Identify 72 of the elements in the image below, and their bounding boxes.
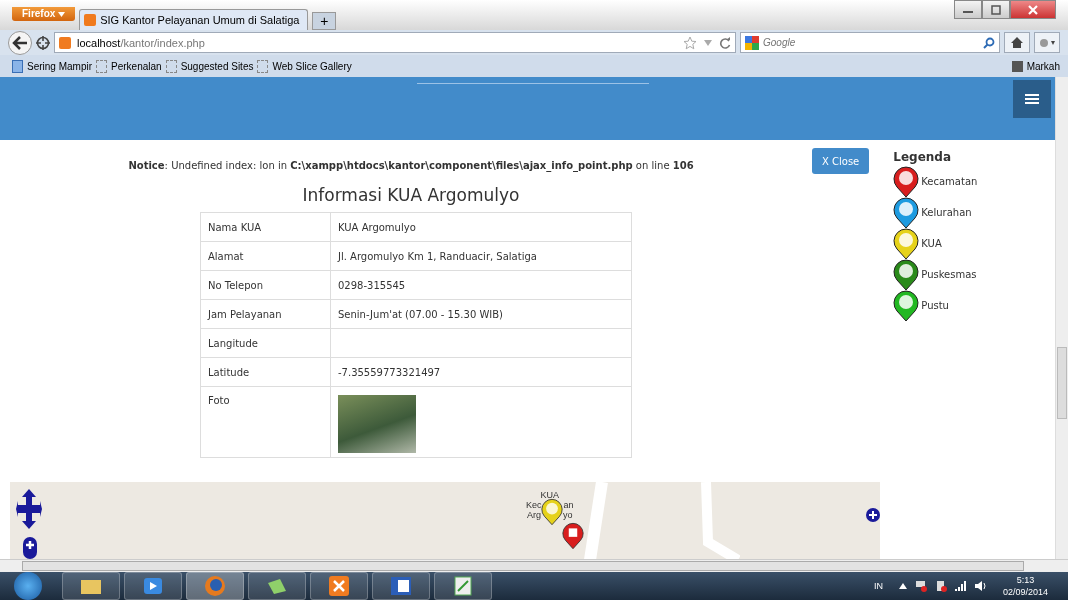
folder-icon[interactable]	[62, 572, 120, 600]
browser-tab[interactable]: SIG Kantor Pelayanan Umum di Salatiga	[79, 9, 309, 30]
back-icon[interactable]	[8, 30, 32, 55]
map-label-text: Kec	[526, 500, 542, 510]
home-button[interactable]	[1004, 32, 1030, 53]
field-value: 0298-315545	[330, 270, 632, 300]
reload-icon[interactable]	[719, 36, 731, 49]
map-pin-icon[interactable]	[541, 498, 563, 526]
field-label: Nama KUA	[200, 212, 331, 242]
google-logo-icon	[745, 35, 759, 50]
bookmark-page-icon	[12, 59, 23, 73]
field-label: Langitude	[200, 328, 331, 358]
dashed-page-icon	[96, 59, 108, 73]
menu-icon	[1025, 92, 1039, 105]
legend-label: Pustu	[921, 300, 949, 311]
start-button[interactable]	[14, 572, 42, 600]
map-label-text: KUA	[540, 490, 559, 500]
menu-button[interactable]	[1013, 79, 1051, 118]
field-value: Senin-Jum'at (07.00 - 15.30 WIB)	[330, 299, 632, 329]
minimize-icon[interactable]	[954, 0, 982, 19]
field-label: Latitude	[200, 357, 331, 387]
dashed-page-icon	[165, 59, 177, 73]
horizontal-scrollbar[interactable]	[0, 559, 1068, 572]
search-icon[interactable]	[983, 36, 995, 49]
new-tab-button[interactable]: +	[312, 12, 337, 30]
legend-title: Legenda	[893, 150, 953, 164]
field-label: Jam Pelayanan	[200, 299, 331, 329]
legend-label: Puskesmas	[921, 269, 977, 280]
map-label-text: yo	[563, 510, 573, 520]
field-label: No Telepon	[200, 270, 331, 300]
bookmark-link[interactable]: Perkenalan	[111, 60, 162, 72]
dashed-page-icon	[257, 59, 269, 73]
legend-label: KUA	[921, 238, 942, 249]
field-label: Alamat	[200, 241, 331, 271]
bookmarks-menu-link[interactable]: Markah	[1026, 60, 1060, 72]
star-folder-icon	[1011, 60, 1023, 72]
info-title: Informasi KUA Argomulyo	[302, 185, 520, 205]
php-notice-text: Notice: Undefined index: lon in C:\xampp\htdocs\kantor\component\files\ajax_info_point.php on line 106	[128, 160, 694, 171]
bookmark-link[interactable]: Sering Mampir	[27, 60, 93, 72]
search-bar[interactable]: Google	[740, 32, 1000, 53]
language-indicator[interactable]: IN	[873, 581, 883, 591]
media-player-icon[interactable]	[124, 572, 182, 600]
map-label-text: an	[563, 500, 574, 510]
caret-icon[interactable]	[898, 583, 907, 589]
clock-date[interactable]: 02/09/2014	[1002, 586, 1048, 598]
vertical-scrollbar[interactable]	[1055, 77, 1068, 559]
device-icon[interactable]	[934, 580, 947, 592]
volume-icon[interactable]	[974, 581, 987, 591]
bookmark-link[interactable]: Suggested Sites	[180, 60, 254, 72]
legend-label: Kelurahan	[921, 207, 972, 218]
pan-control-icon[interactable]	[15, 488, 43, 530]
signal-icon[interactable]	[954, 581, 967, 591]
home-icon	[1010, 36, 1024, 49]
field-value: Jl. Argomulyo Km 1, Randuacir, Salatiga	[330, 241, 632, 271]
field-label: Foto	[200, 386, 331, 458]
field-value: KUA Argomulyo	[330, 212, 632, 242]
legend-label: Kecamatan	[921, 176, 978, 187]
map-pin-icon[interactable]	[562, 522, 584, 550]
field-value: -7.35559773321497	[330, 357, 632, 387]
map-label-text: Arg	[527, 510, 541, 520]
restore-icon[interactable]	[982, 0, 1010, 19]
crosshair-icon[interactable]	[36, 35, 50, 50]
bookmark-link[interactable]: Web Slice Gallery	[272, 60, 352, 72]
clock-time[interactable]: 5:13	[1016, 574, 1035, 586]
caret-icon	[58, 12, 66, 17]
address-field[interactable]: localhost/kantor/index.php	[54, 32, 736, 53]
editor-icon[interactable]	[434, 572, 492, 600]
star-icon[interactable]	[683, 35, 697, 50]
zoom-in-icon[interactable]	[23, 537, 37, 559]
plus-icon[interactable]	[866, 508, 880, 522]
close-icon[interactable]	[1010, 0, 1056, 19]
close-button[interactable]: X Close	[812, 148, 870, 174]
